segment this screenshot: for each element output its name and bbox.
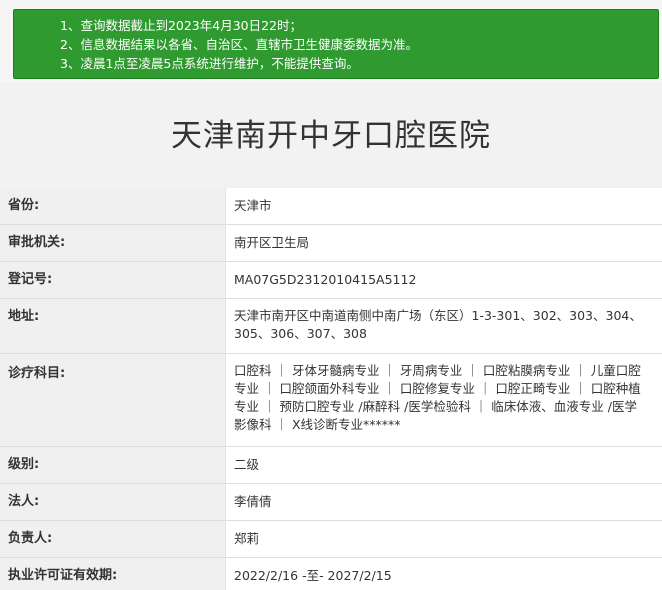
value-approval-authority: 南开区卫生局 xyxy=(226,225,662,261)
value-level: 二级 xyxy=(226,447,662,483)
label-treatment-subjects: 诊疗科目: xyxy=(0,354,226,446)
row-registration-number: 登记号: MA07G5D2312010415A5112 xyxy=(0,262,662,299)
value-address: 天津市南开区中南道南侧中南广场（东区）1-3-301、302、303、304、3… xyxy=(226,299,662,353)
notice-line-2: 2、信息数据结果以各省、自治区、直辖市卫生健康委数据为准。 xyxy=(60,37,418,52)
value-province: 天津市 xyxy=(226,188,662,224)
page-title: 天津南开中牙口腔医院 xyxy=(171,118,491,154)
info-table: 省份: 天津市 审批机关: 南开区卫生局 登记号: MA07G5D2312010… xyxy=(0,188,662,590)
row-approval-authority: 审批机关: 南开区卫生局 xyxy=(0,225,662,262)
value-license-validity: 2022/2/16 -至- 2027/2/15 xyxy=(226,558,662,590)
row-province: 省份: 天津市 xyxy=(0,188,662,225)
row-person-in-charge: 负责人: 郑莉 xyxy=(0,521,662,558)
label-person-in-charge: 负责人: xyxy=(0,521,226,557)
notice-line-3: 3、凌晨1点至凌晨5点系统进行维护，不能提供查询。 xyxy=(60,56,359,71)
value-legal-representative: 李倩倩 xyxy=(226,484,662,520)
label-province: 省份: xyxy=(0,188,226,224)
value-person-in-charge: 郑莉 xyxy=(226,521,662,557)
row-treatment-subjects: 诊疗科目: 口腔科 ｜ 牙体牙髓病专业 ｜ 牙周病专业 ｜ 口腔粘膜病专业 ｜ … xyxy=(0,354,662,447)
row-address: 地址: 天津市南开区中南道南侧中南广场（东区）1-3-301、302、303、3… xyxy=(0,299,662,354)
label-level: 级别: xyxy=(0,447,226,483)
row-legal-representative: 法人: 李倩倩 xyxy=(0,484,662,521)
value-registration-number: MA07G5D2312010415A5112 xyxy=(226,262,662,298)
label-legal-representative: 法人: xyxy=(0,484,226,520)
label-registration-number: 登记号: xyxy=(0,262,226,298)
page: 1、查询数据截止到2023年4月30日22时； 2、信息数据结果以各省、自治区、… xyxy=(0,0,662,590)
label-license-validity: 执业许可证有效期: xyxy=(0,558,226,590)
notice-banner: 1、查询数据截止到2023年4月30日22时； 2、信息数据结果以各省、自治区、… xyxy=(13,9,659,79)
row-license-validity: 执业许可证有效期: 2022/2/16 -至- 2027/2/15 xyxy=(0,558,662,590)
label-approval-authority: 审批机关: xyxy=(0,225,226,261)
label-address: 地址: xyxy=(0,299,226,353)
value-treatment-subjects: 口腔科 ｜ 牙体牙髓病专业 ｜ 牙周病专业 ｜ 口腔粘膜病专业 ｜ 儿童口腔专业… xyxy=(226,354,662,446)
row-level: 级别: 二级 xyxy=(0,447,662,484)
notice-line-1: 1、查询数据截止到2023年4月30日22时； xyxy=(60,18,303,33)
